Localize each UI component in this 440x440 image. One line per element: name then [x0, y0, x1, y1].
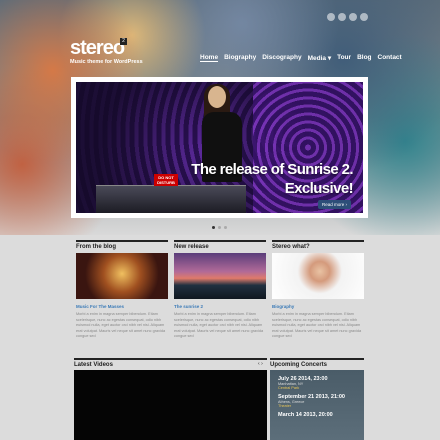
- video-prev-button[interactable]: ‹: [258, 361, 260, 367]
- video-player[interactable]: [74, 370, 267, 440]
- site-logo[interactable]: stereo 2 Music theme for WordPress: [70, 38, 143, 65]
- slider-dot[interactable]: [212, 226, 215, 229]
- featured-slider: DO NOT DISTURB The release of Sunrise 2.…: [71, 77, 368, 218]
- stereo-image[interactable]: [272, 253, 364, 299]
- column-heading-blog: From the blog: [76, 240, 168, 250]
- nav-item-blog[interactable]: Blog: [357, 54, 371, 62]
- slide-image[interactable]: DO NOT DISTURB The release of Sunrise 2.…: [76, 82, 363, 213]
- blog-image[interactable]: [76, 253, 168, 299]
- release-image[interactable]: [174, 253, 266, 299]
- stereo-excerpt: Morbi a enim in magna semper bibendum. E…: [272, 312, 362, 338]
- slider-pagination: [212, 226, 227, 229]
- logo-badge: 2: [120, 38, 127, 45]
- upcoming-concerts-heading: Upcoming Concerts: [270, 358, 364, 368]
- concert-item[interactable]: March 14 2013, 20:00: [278, 412, 356, 418]
- video-nav: ‹ ›: [258, 361, 263, 367]
- nav-item-media[interactable]: Media ▾: [308, 54, 332, 62]
- column-heading-release: New release: [174, 240, 266, 250]
- concert-venue[interactable]: Theater: [278, 404, 356, 408]
- main-nav: Home Biography Discography Media ▾ Tour …: [200, 54, 402, 62]
- rss-icon[interactable]: [327, 13, 335, 21]
- social-icons: [327, 13, 368, 21]
- nav-item-discography[interactable]: Discography: [262, 54, 301, 62]
- site-tagline: Music theme for WordPress: [70, 59, 143, 65]
- slide-headline-line1: The release of Sunrise 2.: [191, 161, 353, 178]
- facebook-icon[interactable]: [349, 13, 357, 21]
- nav-item-biography[interactable]: Biography: [224, 54, 256, 62]
- blog-post-link[interactable]: Music For The Masses: [76, 304, 124, 309]
- video-next-button[interactable]: ›: [261, 361, 263, 367]
- do-not-disturb-sticker: DO NOT DISTURB: [154, 174, 178, 186]
- lastfm-icon[interactable]: [360, 13, 368, 21]
- slide-headline: The release of Sunrise 2. Exclusive!: [191, 160, 353, 198]
- blog-excerpt: Morbi a enim in magna semper bibendum. E…: [76, 312, 166, 338]
- nav-item-tour[interactable]: Tour: [337, 54, 351, 62]
- nav-item-contact[interactable]: Contact: [378, 54, 402, 62]
- concert-date: March 14 2013, 20:00: [278, 412, 333, 418]
- concerts-list: July 26 2014, 23:00 Manhattan, NY Centra…: [270, 370, 364, 440]
- twitter-icon[interactable]: [338, 13, 346, 21]
- concert-item[interactable]: September 21 2013, 21:00 Athens, Greece …: [278, 394, 356, 408]
- slider-dot[interactable]: [224, 226, 227, 229]
- slider-dot[interactable]: [218, 226, 221, 229]
- release-link[interactable]: The sunrise 2: [174, 304, 203, 309]
- biography-link[interactable]: Biography: [272, 304, 294, 309]
- logo-text: stereo: [70, 37, 125, 59]
- slide-headline-line2: Exclusive!: [284, 180, 354, 197]
- latest-videos-heading: Latest Videos: [74, 358, 267, 368]
- column-heading-stereo: Stereo what?: [272, 240, 364, 250]
- nav-item-home[interactable]: Home: [200, 54, 219, 62]
- release-excerpt: Morbi a enim in magna semper bibendum. E…: [174, 312, 264, 338]
- read-more-button[interactable]: Read more ›: [317, 200, 351, 209]
- concert-item[interactable]: July 26 2014, 23:00 Manhattan, NY Centra…: [278, 376, 356, 390]
- concert-venue[interactable]: Central Park: [278, 386, 356, 390]
